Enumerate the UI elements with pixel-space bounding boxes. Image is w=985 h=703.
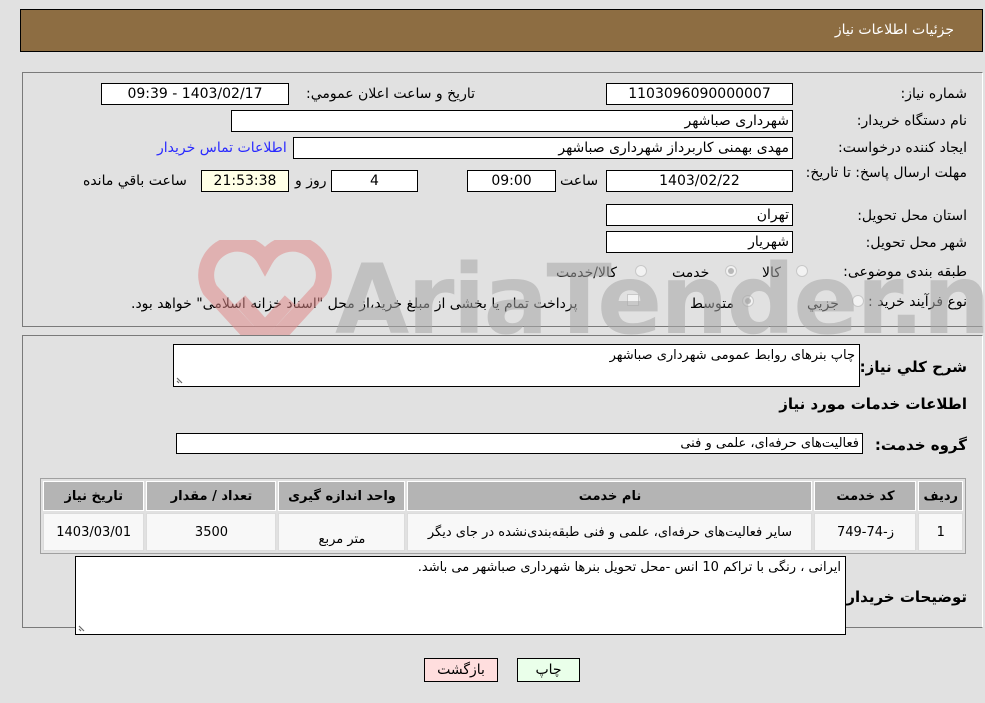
services-heading: اطلاعات خدمات مورد نیاز (779, 395, 967, 413)
treasury-checkbox[interactable] (627, 294, 639, 306)
col-header-service-code: کد خدمت (814, 481, 917, 511)
deadline-time-label: ساعت (560, 173, 599, 189)
services-table: ردیف کد خدمت نام خدمت واحد اندازه گیری ت… (40, 478, 966, 554)
treasury-note: پرداخت تمام یا بخشی از مبلغ خرید،از محل … (131, 296, 578, 312)
col-header-row-number: ردیف (918, 481, 963, 511)
page-title: جزئیات اطلاعات نیاز (834, 22, 954, 38)
back-button[interactable]: بازگشت (424, 658, 498, 682)
remaining-time-field: 21:53:38 (201, 170, 289, 192)
buyer-org-label: نام دستگاه خريدار: (856, 113, 967, 129)
category-option-service: خدمت (672, 265, 710, 281)
col-header-need-date: تاریخ نیاز (43, 481, 145, 511)
city-field: شهریار (606, 231, 793, 253)
buyer-notes-label: توضیحات خریدار: (840, 588, 967, 606)
buyer-notes-textarea[interactable]: ایرانی ، رنگی با تراکم 10 انس -محل تحویل… (75, 556, 846, 635)
category-option-goods-service: کالا/خدمت (556, 265, 617, 281)
resize-handle-icon[interactable] (78, 623, 87, 632)
page-header: جزئیات اطلاعات نیاز (20, 9, 983, 52)
deadline-date-field: 1403/02/22 (606, 170, 793, 192)
process-type-label: نوع فرآیند خرید : (868, 294, 967, 310)
category-radio-goods[interactable] (796, 265, 808, 277)
resize-handle-icon[interactable] (176, 375, 185, 384)
days-label: روز و (295, 173, 327, 189)
need-number-label: شماره نیاز: (900, 86, 968, 102)
summary-label: شرح کلي نیاز: (859, 358, 967, 376)
buyer-notes-text: ایرانی ، رنگی با تراکم 10 انس -محل تحویل… (417, 560, 841, 575)
cell-service-name: سایر فعالیت‌های حرفه‌ای، علمی و فنی طبقه… (407, 513, 813, 551)
cell-unit: متر مربع (278, 513, 406, 551)
requester-label: ایجاد کننده درخواست: (838, 140, 967, 156)
category-label: طبقه بندی موضوعی: (843, 264, 967, 280)
announce-datetime-field: 1403/02/17 - 09:39 (101, 83, 289, 105)
deadline-time-field: 09:00 (467, 170, 556, 192)
process-radio-minor[interactable] (852, 295, 864, 307)
cell-row-number: 1 (918, 513, 963, 551)
need-number-field: 1103096090000007 (606, 83, 793, 105)
service-group-field: فعالیت‌های حرفه‌ای، علمی و فنی (176, 433, 863, 454)
table-row: 1 ز-74-749 سایر فعالیت‌های حرفه‌ای، علمی… (43, 513, 963, 551)
city-label: شهر محل تحویل: (865, 235, 967, 251)
category-radio-goods-service[interactable] (635, 265, 647, 277)
remaining-label: ساعت باقي مانده (83, 173, 187, 189)
col-header-service-name: نام خدمت (407, 481, 813, 511)
process-radio-medium[interactable] (742, 295, 754, 307)
buyer-contact-link[interactable]: اطلاعات تماس خريدار (157, 140, 287, 156)
col-header-quantity: تعداد / مقدار (146, 481, 277, 511)
cell-quantity: 3500 (146, 513, 277, 551)
col-header-unit: واحد اندازه گیری (278, 481, 406, 511)
summary-text: چاپ بنرهای روابط عمومی شهرداری صباشهر (609, 348, 855, 363)
table-header-row: ردیف کد خدمت نام خدمت واحد اندازه گیری ت… (43, 481, 963, 511)
province-field: تهران (606, 204, 793, 226)
deadline-label: مهلت ارسال پاسخ: تا تاریخ: (805, 165, 967, 181)
category-radio-service[interactable] (725, 265, 737, 277)
remaining-days-field: 4 (331, 170, 418, 192)
summary-textarea[interactable]: چاپ بنرهای روابط عمومی شهرداری صباشهر (173, 344, 860, 387)
province-label: استان محل تحویل: (857, 208, 967, 224)
cell-need-date: 1403/03/01 (43, 513, 145, 551)
process-option-medium: متوسط (690, 296, 734, 312)
service-group-label: گروه خدمت: (874, 436, 967, 454)
requester-field: مهدی بهمنی کاربرداز شهرداری صباشهر (293, 137, 793, 159)
process-option-minor: جزيي (807, 296, 839, 312)
cell-service-code: ز-74-749 (814, 513, 917, 551)
print-button[interactable]: چاپ (517, 658, 580, 682)
buyer-org-field: شهرداری صباشهر (231, 110, 793, 132)
announce-datetime-label: تاریخ و ساعت اعلان عمومي: (306, 86, 475, 102)
category-option-goods: کالا (762, 265, 781, 281)
